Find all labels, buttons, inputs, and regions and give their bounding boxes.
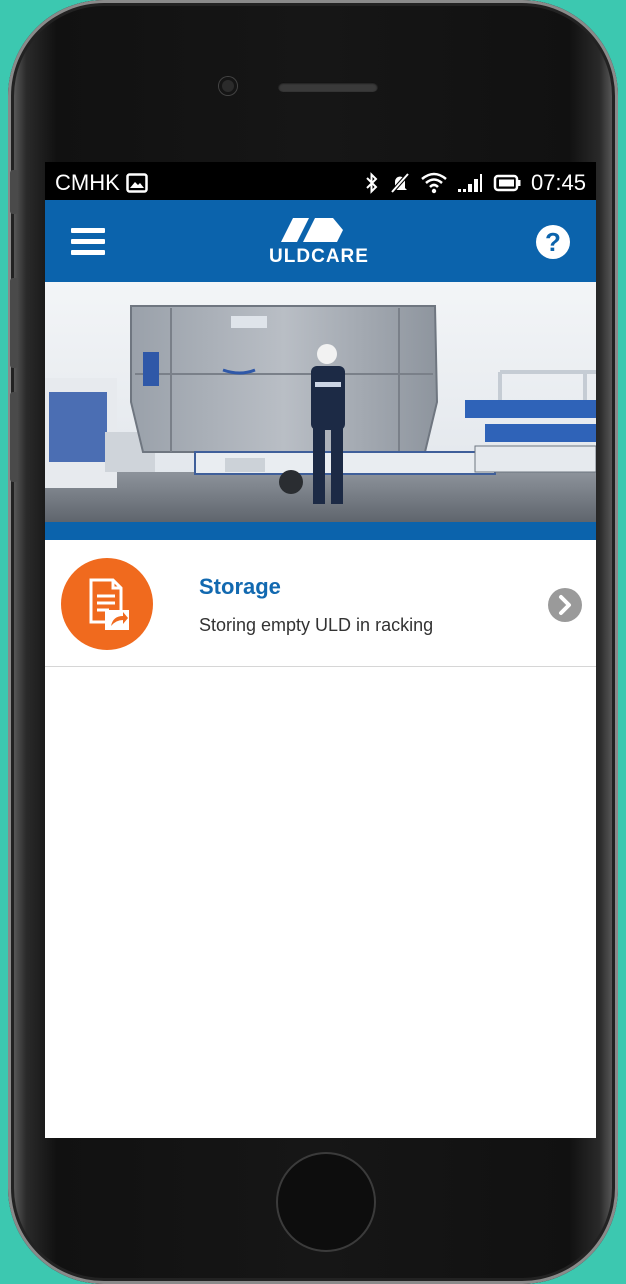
phone-screen: CMHK 07:45 ULDCARE ? Storage Storing emp… [45, 162, 596, 1138]
front-camera [219, 77, 237, 95]
list-item-storage[interactable]: Storage Storing empty ULD in racking [45, 540, 596, 667]
hero-accent-bar [45, 522, 596, 540]
wifi-icon [421, 172, 447, 194]
list-item-subtitle: Storing empty ULD in racking [199, 615, 434, 635]
battery-icon [493, 174, 521, 192]
volume-down-button [10, 392, 18, 482]
chevron-right-icon[interactable] [548, 588, 582, 622]
signal-icon [457, 174, 482, 192]
earpiece-speaker [278, 82, 378, 92]
hero-image [45, 282, 596, 522]
volume-up-button [10, 278, 18, 368]
menu-icon[interactable] [71, 228, 105, 256]
app-bar: ULDCARE ? [45, 200, 596, 282]
logo-text: ULDCARE [269, 246, 369, 267]
silent-switch [10, 170, 18, 214]
bluetooth-icon [366, 172, 378, 194]
uld-container-photo [45, 282, 596, 522]
list-item-title: Storage [199, 574, 281, 599]
mute-icon [390, 172, 410, 194]
status-bar: CMHK 07:45 [45, 162, 596, 200]
help-icon[interactable]: ? [536, 225, 570, 259]
logo-mark-icon [281, 218, 343, 242]
image-icon [126, 173, 148, 193]
home-button[interactable] [276, 1152, 376, 1252]
carrier-label: CMHK [55, 170, 120, 195]
clock: 07:45 [530, 170, 586, 195]
document-share-icon [61, 558, 153, 650]
uldcare-logo: ULDCARE [251, 218, 387, 267]
